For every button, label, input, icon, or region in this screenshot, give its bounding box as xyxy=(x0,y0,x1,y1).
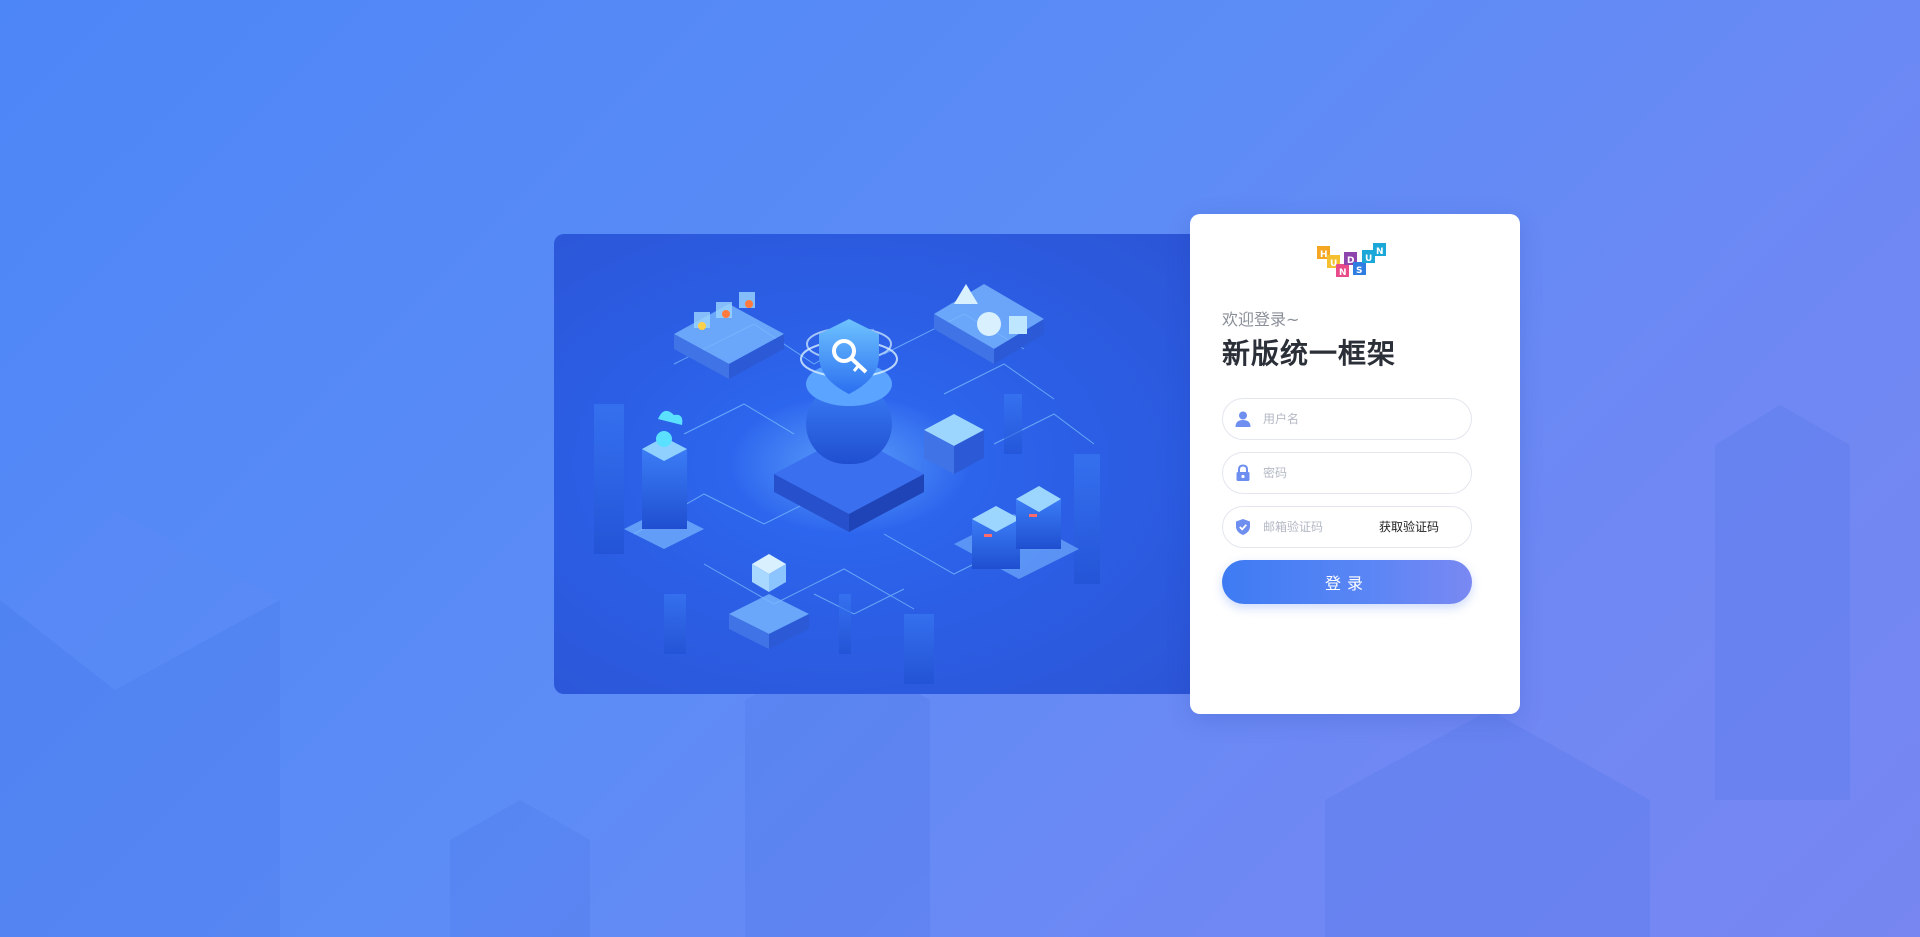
illustration-panel xyxy=(554,234,1192,694)
user-icon xyxy=(1235,411,1251,427)
page-title: 新版统一框架 xyxy=(1222,337,1397,370)
password-input[interactable] xyxy=(1263,453,1413,493)
svg-text:S: S xyxy=(1356,266,1362,276)
svg-text:U: U xyxy=(1365,254,1372,264)
login-button[interactable]: 登录 xyxy=(1222,560,1472,604)
lock-icon xyxy=(1236,464,1250,481)
username-field[interactable] xyxy=(1222,398,1472,440)
brand-logo: H U N D S U N xyxy=(1317,243,1386,278)
email-code-field[interactable]: 获取验证码 xyxy=(1222,506,1472,548)
svg-text:U: U xyxy=(1330,259,1337,269)
svg-text:D: D xyxy=(1347,256,1354,266)
username-input[interactable] xyxy=(1263,399,1413,439)
svg-text:N: N xyxy=(1339,268,1347,278)
get-code-button[interactable]: 获取验证码 xyxy=(1379,507,1439,547)
password-field[interactable] xyxy=(1222,452,1472,494)
welcome-text: 欢迎登录~ xyxy=(1222,310,1300,329)
shield-icon xyxy=(1236,519,1250,535)
svg-text:N: N xyxy=(1376,247,1384,257)
svg-text:H: H xyxy=(1320,250,1328,260)
login-card: H U N D S U N 欢迎登录~ 新版统一框架 获取验证码 登录 xyxy=(1190,214,1520,714)
security-illustration xyxy=(594,284,1100,684)
